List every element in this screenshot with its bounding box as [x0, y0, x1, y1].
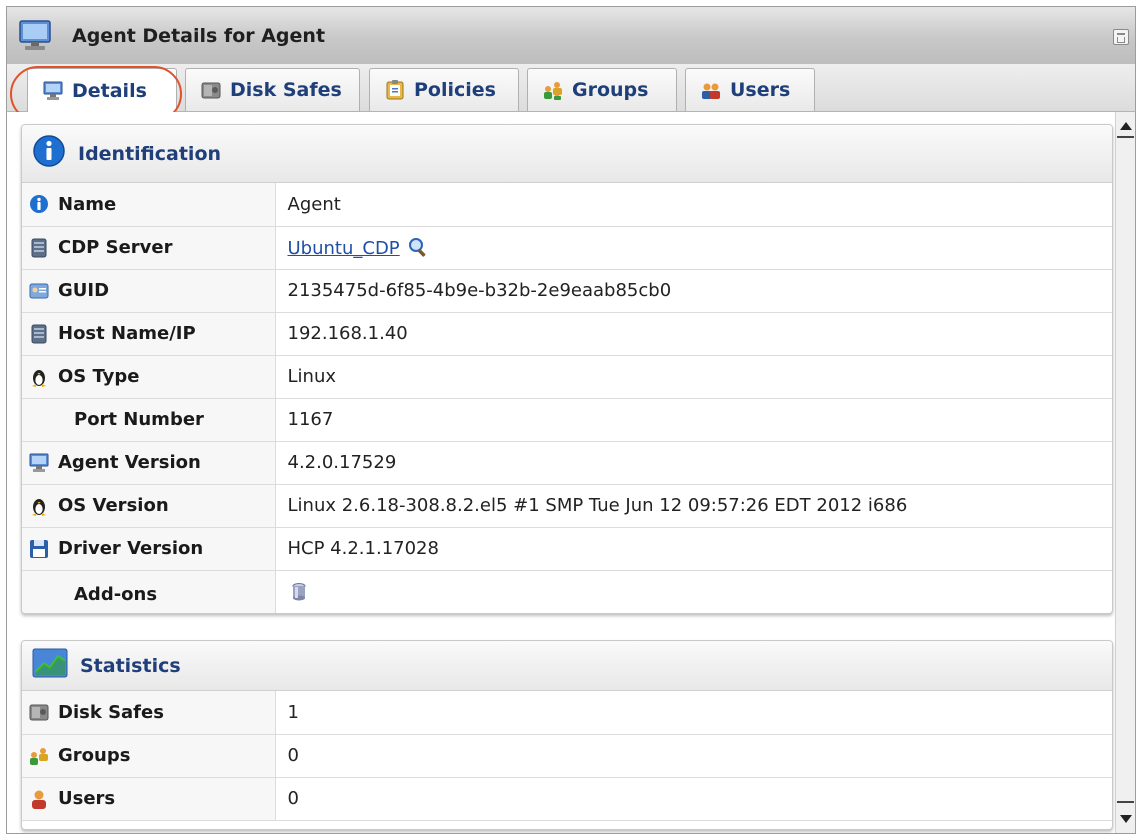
tab-label: Policies	[414, 79, 496, 101]
row-value: Linux 2.6.18-308.8.2.el5 #1 SMP Tue Jun …	[275, 484, 1112, 528]
row-label: OS Type	[58, 366, 140, 387]
floppy-disk-icon	[28, 538, 50, 560]
row-value: 2135475d-6f85-4b9e-b32b-2e9eaab85cb0	[275, 269, 1112, 313]
table-row: Port Number 1167	[22, 398, 1112, 442]
statistics-header: Statistics	[22, 641, 1112, 691]
row-value: 0	[275, 777, 1112, 821]
row-value: 0	[275, 734, 1112, 778]
users-icon	[700, 80, 722, 100]
identification-header: Identification	[22, 125, 1112, 183]
tab-label: Disk Safes	[230, 79, 342, 101]
table-row: Disk Safes 1	[22, 691, 1112, 735]
window-title-bar: Agent Details for Agent	[6, 6, 1136, 64]
tab-strip: Details Disk Safes Policies Groups Users	[6, 64, 1136, 113]
table-row: Users 0	[22, 777, 1112, 821]
table-row: OS Version Linux 2.6.18-308.8.2.el5 #1 S…	[22, 484, 1112, 528]
scroll-track-top	[1117, 136, 1134, 138]
cdp-server-link[interactable]: Ubuntu_CDP	[288, 238, 400, 259]
disk-safe-icon	[28, 701, 50, 723]
row-label: Users	[58, 788, 116, 809]
linux-penguin-icon	[28, 495, 50, 517]
row-value: 192.168.1.40	[275, 312, 1112, 356]
row-label: Host Name/IP	[58, 323, 196, 344]
id-card-icon	[28, 280, 50, 302]
content-area: Identification Name Agent CDP Server Ubu…	[6, 112, 1136, 834]
row-label: OS Version	[58, 495, 169, 516]
tab-disk-safes[interactable]: Disk Safes	[185, 68, 360, 111]
info-icon	[32, 134, 66, 173]
identification-panel: Identification Name Agent CDP Server Ubu…	[21, 124, 1113, 614]
row-value: 4.2.0.17529	[275, 441, 1112, 485]
row-label: Driver Version	[58, 538, 204, 559]
tab-label: Groups	[572, 79, 649, 101]
section-title: Statistics	[80, 654, 181, 677]
row-label: Groups	[58, 745, 131, 766]
groups-icon	[28, 745, 50, 767]
monitor-icon	[28, 452, 50, 474]
tab-users[interactable]: Users	[685, 68, 815, 111]
collapse-icon[interactable]	[1113, 29, 1129, 45]
table-row: Agent Version 4.2.0.17529	[22, 441, 1112, 485]
row-value: Agent	[275, 183, 1112, 227]
table-row: GUID 2135475d-6f85-4b9e-b32b-2e9eaab85cb…	[22, 269, 1112, 313]
agent-monitor-icon	[17, 19, 55, 53]
table-row: OS Type Linux	[22, 355, 1112, 399]
table-row: Host Name/IP 192.168.1.40	[22, 312, 1112, 356]
row-label: Name	[58, 193, 117, 215]
section-title: Identification	[78, 142, 222, 165]
statistics-table: Disk Safes 1 Groups 0 Users 0	[22, 691, 1112, 821]
disk-safe-icon	[200, 80, 222, 100]
row-value: 1167	[275, 398, 1112, 442]
table-row: Driver Version HCP 4.2.1.17028	[22, 527, 1112, 571]
table-row: Name Agent	[22, 183, 1112, 227]
scroll-down-icon[interactable]	[1120, 815, 1132, 823]
server-icon	[28, 237, 50, 259]
scroll-track-bottom	[1117, 801, 1134, 803]
row-label: CDP Server	[58, 237, 173, 258]
tab-label: Details	[72, 80, 147, 102]
linux-penguin-icon	[28, 366, 50, 388]
window-title: Agent Details for Agent	[72, 25, 326, 47]
row-value: HCP 4.2.1.17028	[275, 527, 1112, 571]
row-label: Agent Version	[58, 452, 201, 473]
info-icon	[28, 193, 50, 215]
server-icon	[28, 323, 50, 345]
clipboard-icon	[384, 80, 406, 100]
table-row: CDP Server Ubuntu_CDP	[22, 226, 1112, 270]
database-addon-icon[interactable]	[288, 581, 310, 603]
identification-table: Name Agent CDP Server Ubuntu_CDP GUID 21…	[22, 183, 1112, 613]
row-label: Port Number	[74, 409, 204, 430]
statistics-panel: Statistics Disk Safes 1 Groups 0 Users 0	[21, 640, 1113, 830]
scroll-up-icon[interactable]	[1120, 122, 1132, 130]
table-row: Groups 0	[22, 734, 1112, 778]
tab-details[interactable]: Details	[27, 68, 177, 113]
row-label: GUID	[58, 280, 110, 301]
row-label: Add-ons	[74, 583, 158, 605]
chart-icon	[32, 648, 68, 683]
groups-icon	[542, 80, 564, 100]
row-value: Linux	[275, 355, 1112, 399]
tab-policies[interactable]: Policies	[369, 68, 519, 111]
tab-label: Users	[730, 79, 791, 101]
tab-groups[interactable]: Groups	[527, 68, 677, 111]
monitor-icon	[42, 81, 64, 101]
vertical-scrollbar[interactable]	[1115, 112, 1135, 833]
row-label: Disk Safes	[58, 701, 164, 723]
user-icon	[28, 788, 50, 810]
magnifier-icon[interactable]	[407, 236, 429, 258]
row-value: 1	[275, 691, 1112, 735]
table-row: Add-ons	[22, 570, 1112, 613]
